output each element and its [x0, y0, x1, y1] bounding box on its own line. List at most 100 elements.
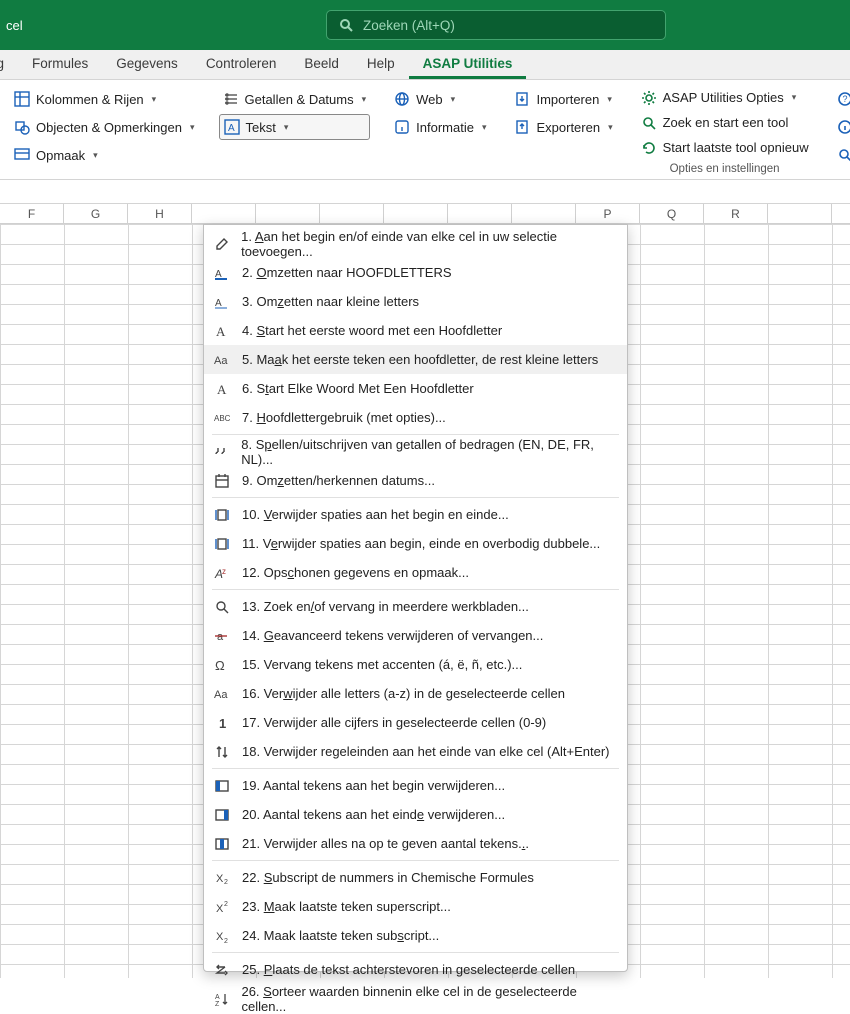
- menu-item-11[interactable]: 11. Verwijder spaties aan begin, einde e…: [204, 529, 627, 558]
- tab-controleren[interactable]: Controleren: [192, 50, 291, 79]
- menu-item-14[interactable]: a14. Geavanceerd tekens verwijderen of v…: [204, 621, 627, 650]
- menu-item-9[interactable]: 9. Omzetten/herkennen datums...: [204, 466, 627, 495]
- column-header[interactable]: Q: [640, 204, 704, 223]
- column-header[interactable]: G: [64, 204, 128, 223]
- menu-item-label: 5. Maak het eerste teken een hoofdletter…: [242, 352, 598, 367]
- column-header[interactable]: R: [704, 204, 768, 223]
- cmd-help-in[interactable]: In: [833, 114, 850, 140]
- menu-item-16[interactable]: Aa16. Verwijder alle letters (a-z) in de…: [204, 679, 627, 708]
- menu-item-label: 19. Aantal tekens aan het begin verwijde…: [242, 778, 505, 793]
- column-header[interactable]: [384, 204, 448, 223]
- menu-item-5[interactable]: Aa 5. Maak het eerste teken een hoofdlett…: [204, 345, 627, 374]
- chevron-down-icon: ▾: [284, 122, 289, 133]
- group-columns: Kolommen & Rijen▾ Objecten & Opmerkingen…: [0, 80, 209, 179]
- cmd-informatie[interactable]: Informatie▾: [390, 114, 490, 140]
- tab-gegevens[interactable]: Gegevens: [102, 50, 192, 79]
- svg-text:Ω: Ω: [215, 658, 225, 673]
- group-numbers-text: Getallen & Datums▾ A Tekst▾: [209, 80, 381, 179]
- menu-item-3[interactable]: A3. Omzetten naar kleine letters: [204, 287, 627, 316]
- menu-item-21[interactable]: 21. Verwijder alles na op te geven aanta…: [204, 829, 627, 858]
- menu-item-2[interactable]: A2. Omzetten naar HOOFDLETTERS: [204, 258, 627, 287]
- svg-text:2: 2: [224, 879, 228, 886]
- tab-beeld[interactable]: Beeld: [290, 50, 353, 79]
- cmd-tekst[interactable]: A Tekst▾: [219, 114, 371, 140]
- menu-item-23[interactable]: X223. Maak laatste teken superscript...: [204, 892, 627, 921]
- chevron-down-icon: ▾: [792, 92, 797, 103]
- formula-bar[interactable]: [0, 180, 850, 204]
- menu-item-label: 15. Vervang tekens met accenten (á, ë, ñ…: [242, 657, 522, 672]
- search-icon: [212, 598, 232, 616]
- menu-item-10[interactable]: 10. Verwijder spaties aan het begin en e…: [204, 500, 627, 529]
- menu-item-label: 20. Aantal tekens aan het einde verwijde…: [242, 807, 505, 822]
- column-header[interactable]: F: [0, 204, 64, 223]
- menu-item-19[interactable]: 19. Aantal tekens aan het begin verwijde…: [204, 771, 627, 800]
- search-placeholder: Zoeken (Alt+Q): [363, 18, 455, 33]
- column-header[interactable]: [256, 204, 320, 223]
- cmd-help-o[interactable]: ? O: [833, 86, 850, 112]
- cmd-asap-opties[interactable]: ASAP Utilities Opties▾: [637, 86, 813, 109]
- cmd-objecten-opmerkingen[interactable]: Objecten & Opmerkingen▾: [10, 114, 199, 140]
- column-header[interactable]: [448, 204, 512, 223]
- column-header[interactable]: [320, 204, 384, 223]
- brushx-icon: Az: [212, 564, 232, 582]
- column-header[interactable]: H: [128, 204, 192, 223]
- format-icon: [14, 147, 30, 163]
- cmd-getallen-datums[interactable]: Getallen & Datums▾: [219, 86, 371, 112]
- group-options: ASAP Utilities Opties▾ Zoek en start een…: [627, 80, 823, 179]
- svg-text:1: 1: [219, 716, 226, 731]
- menu-item-label: 21. Verwijder alles na op te geven aanta…: [242, 836, 529, 851]
- x2-icon: X2: [212, 869, 232, 887]
- menu-item-24[interactable]: X224. Maak laatste teken subscript...: [204, 921, 627, 950]
- menu-item-6[interactable]: A6. Start Elke Woord Met Een Hoofdletter: [204, 374, 627, 403]
- cal-icon: [212, 472, 232, 490]
- menu-item-15[interactable]: Ω 15. Vervang tekens met accenten (á, ë, …: [204, 650, 627, 679]
- cmd-zoek-start[interactable]: Zoek en start een tool: [637, 111, 813, 134]
- Aa-icon: Aa: [212, 351, 232, 369]
- menu-item-20[interactable]: 20. Aantal tekens aan het einde verwijde…: [204, 800, 627, 829]
- menu-item-26[interactable]: AZ26. Sorteer waarden binnenin elke cel …: [204, 984, 627, 1013]
- search-box[interactable]: Zoeken (Alt+Q): [326, 10, 666, 40]
- strike-icon: a: [212, 627, 232, 645]
- chevron-down-icon: ▾: [451, 94, 456, 105]
- menu-item-label: 8. Spellen/uitschrijven van getallen of …: [241, 437, 615, 467]
- columns-rows-icon: [14, 91, 30, 107]
- tab-help[interactable]: Help: [353, 50, 409, 79]
- menu-item-label: 13. Zoek en/of vervang in meerdere werkb…: [242, 599, 529, 614]
- menu-item-label: 17. Verwijder alle cijfers in geselectee…: [242, 715, 546, 730]
- menu-item-25[interactable]: 25. Plaats de tekst achterstevoren in ge…: [204, 955, 627, 984]
- chevron-down-icon: ▾: [190, 122, 195, 133]
- tab-formules[interactable]: Formules: [18, 50, 102, 79]
- tab-cutoff[interactable]: g: [0, 50, 18, 79]
- column-header[interactable]: P: [576, 204, 640, 223]
- menu-item-4[interactable]: A4. Start het eerste woord met een Hoofd…: [204, 316, 627, 345]
- menu-item-8[interactable]: 8. Spellen/uitschrijven van getallen of …: [204, 437, 627, 466]
- menu-item-22[interactable]: X222. Subscript de nummers in Chemische …: [204, 863, 627, 892]
- cmd-help-g[interactable]: G: [833, 142, 850, 168]
- menu-item-label: 7. Hoofdlettergebruik (met opties)...: [242, 410, 446, 425]
- edit-icon: [212, 235, 231, 253]
- cmd-kolommen-rijen[interactable]: Kolommen & Rijen▾: [10, 86, 199, 112]
- menu-item-label: 18. Verwijder regeleinden aan het einde …: [242, 744, 609, 759]
- cmd-opmaak[interactable]: Opmaak▾: [10, 142, 199, 168]
- export-icon: [514, 119, 530, 135]
- cmd-exporteren[interactable]: Exporteren▾: [510, 114, 616, 140]
- column-header[interactable]: [192, 204, 256, 223]
- group-label-opties: Opties en instellingen: [637, 163, 813, 175]
- menu-item-12[interactable]: Az12. Opschonen gegevens en opmaak...: [204, 558, 627, 587]
- menu-item-label: 4. Start het eerste woord met een Hoofdl…: [242, 323, 502, 338]
- menu-item-7[interactable]: ABC7. Hoofdlettergebruik (met opties)...: [204, 403, 627, 432]
- menu-item-label: 6. Start Elke Woord Met Een Hoofdletter: [242, 381, 474, 396]
- xsub-icon: X2: [212, 927, 232, 945]
- tab-asap-utilities[interactable]: ASAP Utilities: [409, 50, 527, 79]
- menu-item-17[interactable]: 1 17. Verwijder alle cijfers in geselecte…: [204, 708, 627, 737]
- column-header[interactable]: [768, 204, 832, 223]
- svg-text:X: X: [216, 873, 224, 885]
- cmd-start-laatste[interactable]: Start laatste tool opnieuw: [637, 136, 813, 159]
- menu-item-18[interactable]: 18. Verwijder regeleinden aan het einde …: [204, 737, 627, 766]
- cmd-importeren[interactable]: Importeren▾: [510, 86, 616, 112]
- column-header[interactable]: [512, 204, 576, 223]
- cmd-web[interactable]: Web▾: [390, 86, 490, 112]
- menu-item-1[interactable]: 1. Aan het begin en/of einde van elke ce…: [204, 229, 627, 258]
- menu-item-13[interactable]: 13. Zoek en/of vervang in meerdere werkb…: [204, 592, 627, 621]
- boxright-icon: [212, 806, 232, 824]
